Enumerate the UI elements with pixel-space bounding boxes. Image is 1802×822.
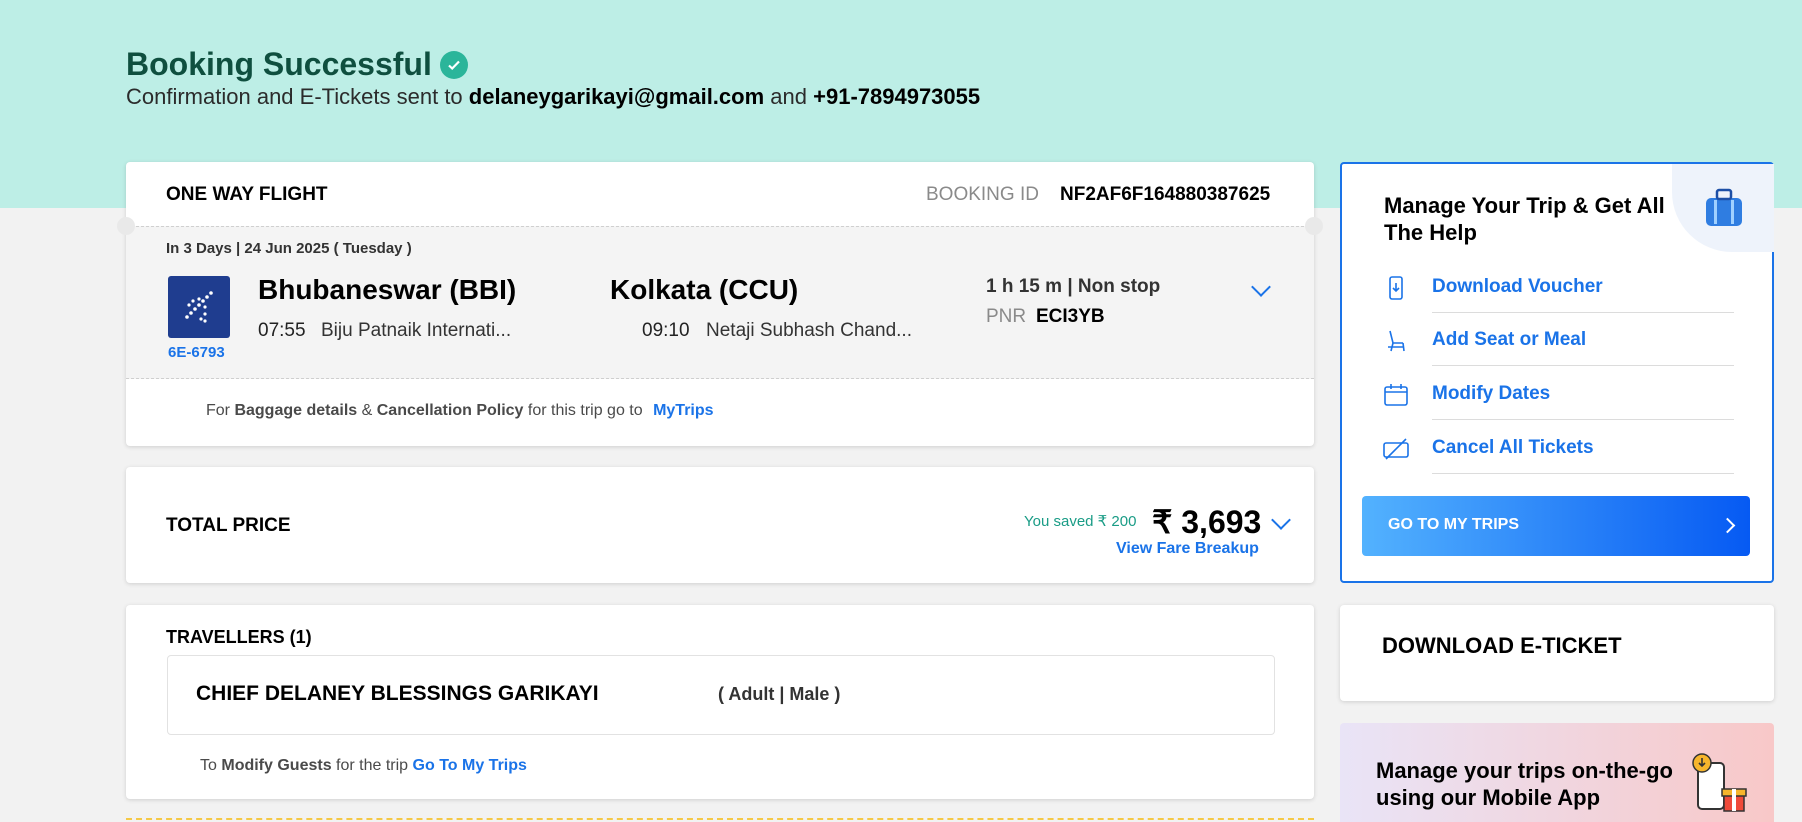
traveller-name: CHIEF DELANEY BLESSINGS GARIKAYI <box>196 682 599 705</box>
confirmation-prefix: Confirmation and E-Tickets sent to <box>126 84 463 109</box>
section-divider <box>126 818 1314 820</box>
download-eticket-label: DOWNLOAD E-TICKET <box>1382 633 1622 658</box>
baggage-details-text: Baggage details <box>234 402 358 419</box>
go-to-my-trips-button[interactable]: GO TO MY TRIPS <box>1362 496 1750 556</box>
add-seat-meal-item[interactable]: Add Seat or Meal <box>1382 321 1742 375</box>
airline-logo-icon <box>168 276 230 338</box>
phone-value: +91-7894973055 <box>813 84 981 109</box>
total-price-label: TOTAL PRICE <box>166 515 291 536</box>
note-text: To <box>200 757 217 774</box>
travellers-heading: TRAVELLERS (1) <box>166 627 312 647</box>
confirmation-text: Confirmation and E-Tickets sent to delan… <box>126 84 980 110</box>
modify-dates-label: Modify Dates <box>1432 383 1551 404</box>
divider <box>1432 473 1734 474</box>
go-to-my-trips-label: GO TO MY TRIPS <box>1388 516 1519 533</box>
page-title-text: Booking Successful <box>126 46 432 82</box>
pnr-label: PNR <box>986 306 1027 327</box>
seat-icon <box>1388 330 1405 352</box>
total-price-value: ₹ 3,693 <box>1152 504 1262 540</box>
calendar-icon <box>1384 384 1408 406</box>
ticket-notch-left <box>117 217 135 235</box>
savings-text: You saved ₹ 200 <box>1024 513 1137 530</box>
phone-gift-icon <box>1692 753 1747 812</box>
note-text: For <box>206 402 230 419</box>
cancellation-policy-text: Cancellation Policy <box>376 402 524 419</box>
total-price-card: TOTAL PRICE You saved ₹ 200 ₹ 3,693 View… <box>126 467 1314 583</box>
arrival-time: 09:10 <box>642 320 690 341</box>
flight-type-label: ONE WAY FLIGHT <box>166 184 328 205</box>
view-fare-breakup-link[interactable]: View Fare Breakup <box>1116 540 1259 558</box>
flight-card: ONE WAY FLIGHT BOOKING ID NF2AF6F1648803… <box>117 162 1323 446</box>
cancel-ticket-icon <box>1383 438 1409 460</box>
booking-id-value: NF2AF6F164880387625 <box>1060 184 1271 205</box>
modify-dates-item[interactable]: Modify Dates <box>1382 375 1742 429</box>
divider <box>1432 312 1734 313</box>
email-value: delaneygarikayi@gmail.com <box>468 84 765 109</box>
go-to-my-trips-link[interactable]: Go To My Trips <box>413 757 527 774</box>
flight-duration: 1 h 15 m | Non stop <box>986 276 1161 297</box>
travellers-card: TRAVELLERS (1) CHIEF DELANEY BLESSINGS G… <box>126 605 1314 799</box>
add-seat-meal-label: Add Seat or Meal <box>1432 329 1587 350</box>
origin-city: Bhubaneswar (BBI) <box>258 274 517 305</box>
baggage-policy-note: For Baggage details & Cancellation Polic… <box>206 402 714 420</box>
luggage-icon <box>1706 188 1742 226</box>
chevron-right-icon <box>1719 517 1736 534</box>
note-text: for the trip <box>336 757 409 774</box>
confirmation-and: and <box>770 84 807 109</box>
origin-airport: Biju Patnaik Internati... <box>321 320 512 341</box>
mobile-app-promo-text: Manage your trips on-the-go using our Mo… <box>1376 758 1673 810</box>
divider <box>1432 419 1734 420</box>
destination-airport: Netaji Subhash Chand... <box>706 320 912 341</box>
manage-trip-card: Manage Your Trip & Get All The Help Down… <box>1340 162 1774 583</box>
cancel-tickets-label: Cancel All Tickets <box>1432 437 1594 458</box>
download-voucher-item[interactable]: Download Voucher <box>1382 268 1742 322</box>
traveller-type: ( Adult | Male ) <box>718 684 841 704</box>
modify-guests-text: Modify Guests <box>221 757 332 774</box>
departure-time: 07:55 <box>258 320 306 341</box>
booking-id-label: BOOKING ID <box>926 184 1039 205</box>
modify-guests-note: To Modify Guests for the trip Go To My T… <box>200 757 527 775</box>
flight-number: 6E-6793 <box>168 344 225 361</box>
note-text: & <box>361 402 373 419</box>
mytrips-link[interactable]: MyTrips <box>653 402 713 419</box>
traveller-row: CHIEF DELANEY BLESSINGS GARIKAYI ( Adult… <box>167 655 1275 735</box>
download-voucher-label: Download Voucher <box>1432 276 1603 297</box>
page-title: Booking Successful <box>126 46 468 83</box>
destination-city: Kolkata (CCU) <box>610 274 799 305</box>
download-eticket-card[interactable]: DOWNLOAD E-TICKET <box>1340 605 1774 701</box>
cancel-tickets-item[interactable]: Cancel All Tickets <box>1382 429 1742 483</box>
pnr-value: ECI3YB <box>1036 306 1105 327</box>
ticket-notch-right <box>1305 217 1323 235</box>
mobile-app-promo[interactable]: Manage your trips on-the-go using our Mo… <box>1340 723 1774 822</box>
note-text: for this trip go to <box>527 402 643 419</box>
voucher-icon <box>1389 276 1403 300</box>
manage-trip-title: Manage Your Trip & Get All The Help <box>1384 193 1665 245</box>
chevron-down-icon[interactable] <box>1271 510 1291 530</box>
check-circle-icon <box>439 50 468 79</box>
divider <box>1432 365 1734 366</box>
flight-date: In 3 Days | 24 Jun 2025 ( Tuesday ) <box>166 240 412 257</box>
